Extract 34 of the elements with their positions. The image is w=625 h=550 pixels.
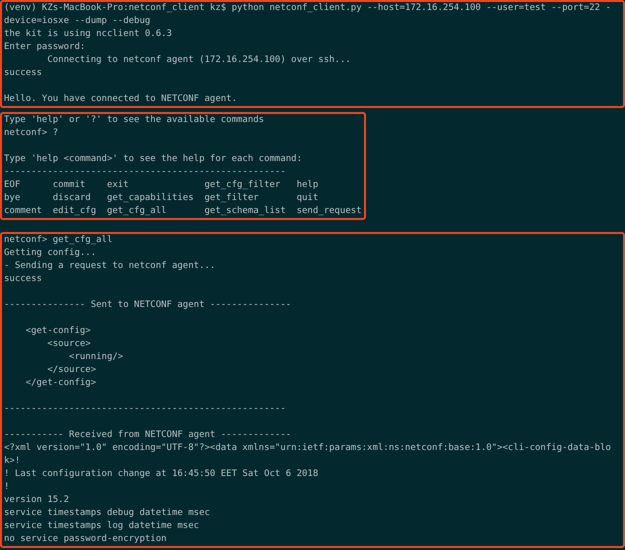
terminal-line: Type 'help' or '?' to see the available commands [4,114,264,127]
terminal-line: ! [4,481,10,494]
terminal-line: success [4,273,42,286]
terminal-line: ---------------------------------------------------- [4,166,286,179]
terminal-line: netconf> get_cfg_all [4,234,112,247]
terminal-line: Enter password: [4,41,86,54]
terminal-line: bye discard get_capabilities get_filter quit [4,192,318,205]
terminal-line: no service password-encryption [4,533,167,546]
terminal-line: - Sending a request to netconf agent... [4,260,216,273]
terminal-line: device=iosxe --dump --debug [4,15,150,28]
terminal-line: the kit is using ncclient 0.6.3 [4,28,172,41]
terminal-line: <get-config> [24,325,91,338]
terminal-line: k>! [4,455,20,468]
terminal-line: service timestamps debug datetime msec [4,507,210,520]
terminal-line: Getting config... [4,247,96,260]
terminal-line: Hello. You have connected to NETCONF agent. [4,93,237,106]
terminal-line: Connecting to netconf agent (172.16.254.100) over ssh... [46,54,351,67]
terminal-line: netconf> ? [4,127,58,140]
terminal-line: comment edit_cfg get_cfg_all get_schema_list send_request [4,205,362,218]
terminal-line: <?xml version="1.0" encoding="UTF-8"?><data xmlns="urn:ietf:params:xml:ns:netconf:base:1.0"><cli-config-data-blo [4,442,611,455]
terminal-line: --------------- Sent to NETCONF agent --------------- [4,299,292,312]
terminal-line: </source> [46,364,96,377]
terminal-line: service timestamps log datetime msec [4,520,200,533]
terminal-line: ---------------------------------------------------- [4,403,286,416]
terminal-line: EOF commit exit get_cfg_filter help [4,179,318,192]
terminal-line: success [4,67,42,80]
terminal-line: ----------- Received from NETCONF agent ------------- [4,429,292,442]
terminal-line: (venv) KZs-MacBook-Pro:netconf_client kz$ python netconf_client.py --host=172.16.254.100 --user=test --port=22 - [4,2,611,15]
terminal-line: Type 'help <command>' to see the help for each command: [4,153,302,166]
terminal-line: version 15.2 [4,494,70,507]
terminal-line: ! Last configuration change at 16:45:50 EET Sat Oct 6 2018 [4,468,318,481]
terminal-line: <running/> [68,351,124,364]
terminal-line: <source> [46,338,91,351]
terminal-line: </get-config> [24,377,96,390]
